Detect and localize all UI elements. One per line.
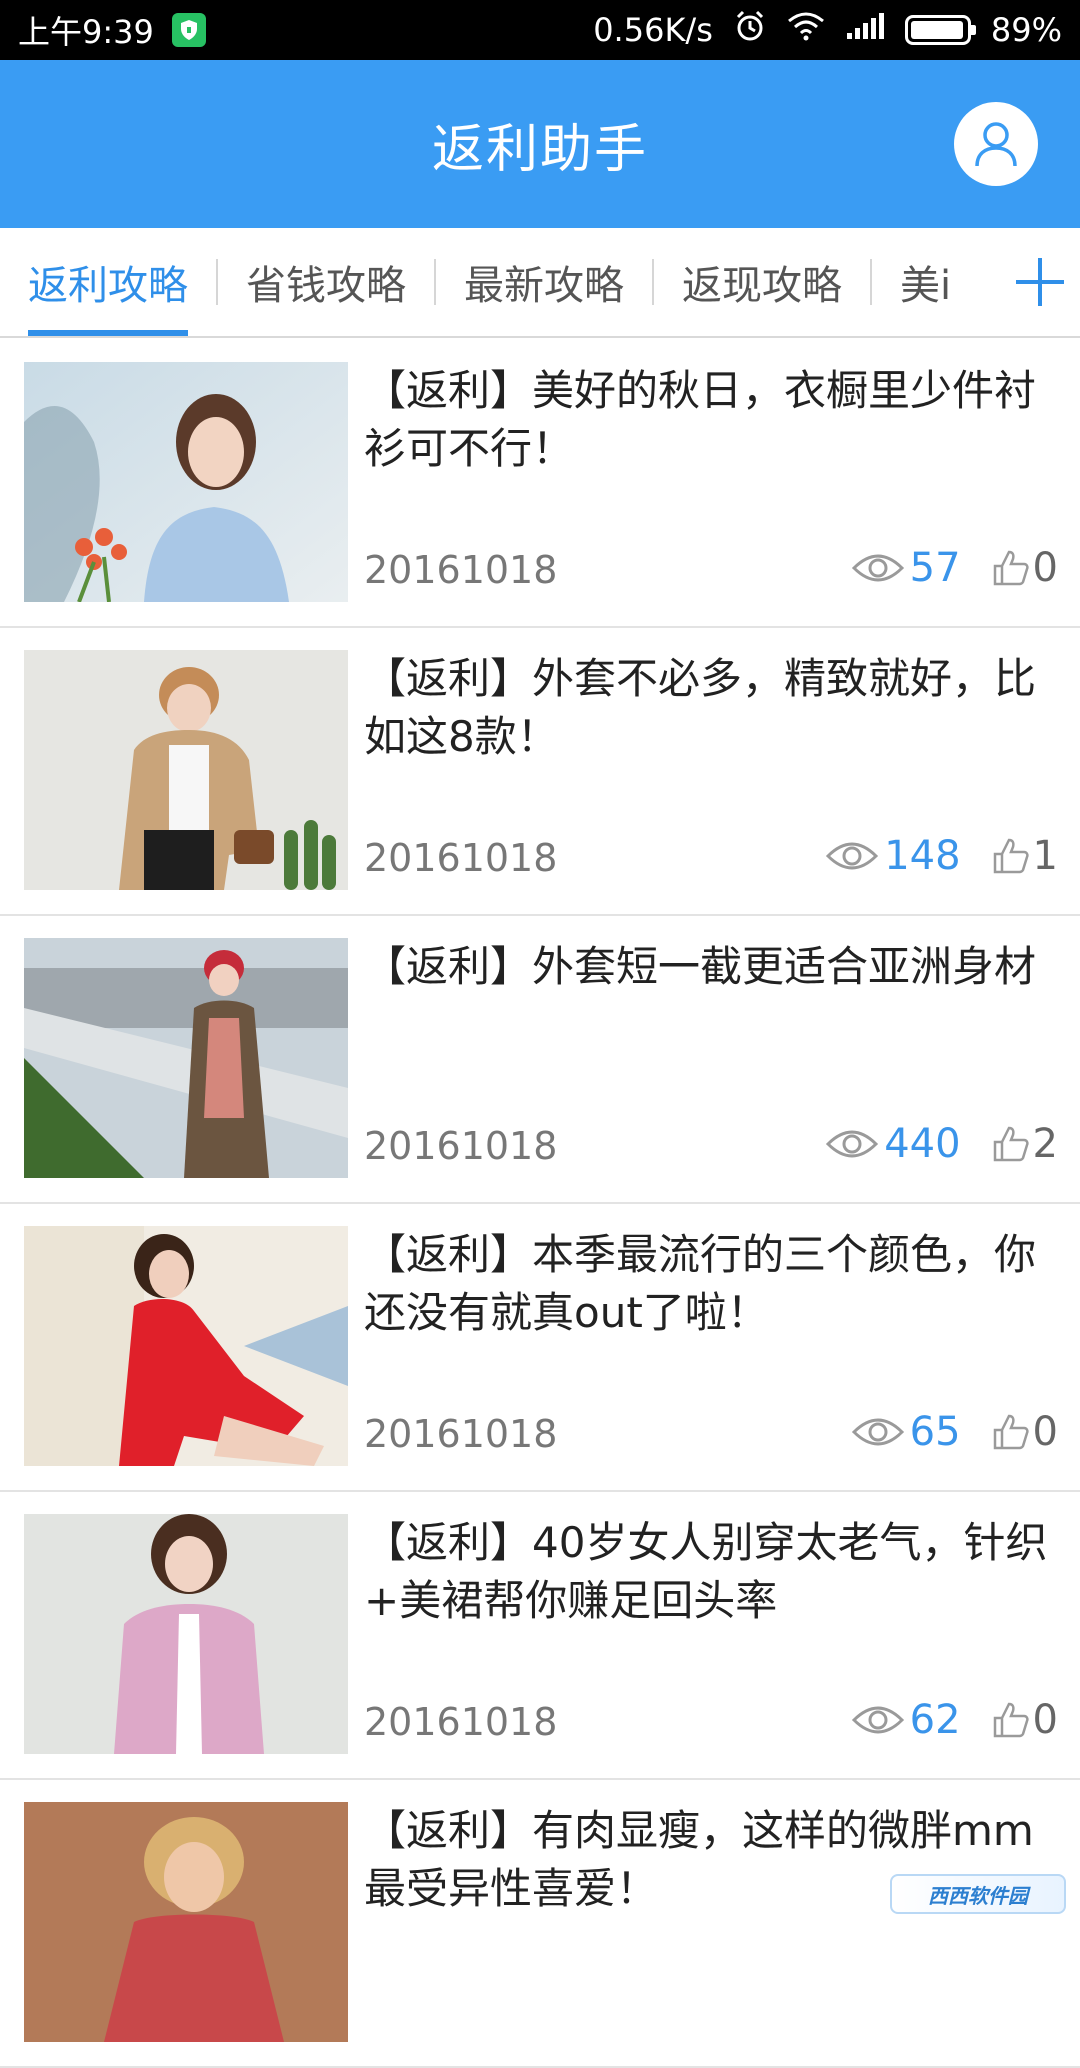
article-stats: 440 2 [826, 1116, 1058, 1172]
article-title: 【返利】外套短一截更适合亚洲身材 [364, 938, 1054, 996]
article-stats: 62 0 [852, 1692, 1058, 1748]
article-thumbnail [24, 1226, 348, 1466]
article-date: 20161018 [364, 836, 557, 880]
network-speed: 0.56K/s [593, 11, 713, 49]
article-date: 20161018 [364, 1700, 557, 1744]
eye-icon [826, 838, 878, 874]
list-item[interactable]: 【返利】美好的秋日，衣橱里少件衬衫可不行！ 20161018 57 0 [0, 340, 1080, 628]
add-tab-button[interactable] [1000, 228, 1080, 336]
view-count: 148 [884, 833, 960, 879]
thumbs-up-icon[interactable] [991, 1124, 1031, 1164]
like-count: 0 [1033, 1697, 1058, 1743]
tab-saving-guide[interactable]: 省钱攻略 [218, 228, 434, 336]
alarm-icon [733, 9, 767, 51]
article-stats: 57 0 [852, 540, 1058, 596]
shield-icon [172, 13, 206, 47]
list-item[interactable]: 【返利】外套短一截更适合亚洲身材 20161018 440 2 [0, 916, 1080, 1204]
list-item[interactable]: 【返利】40岁女人别穿太老气，针织+美裙帮你赚足回头率 20161018 62 … [0, 1492, 1080, 1780]
article-thumbnail [24, 650, 348, 890]
eye-icon [826, 1126, 878, 1162]
eye-icon [852, 550, 904, 586]
page-title: 返利助手 [0, 60, 1080, 228]
plus-icon [1012, 254, 1068, 310]
list-item[interactable]: 【返利】本季最流行的三个颜色，你还没有就真out了啦！ 20161018 65 … [0, 1204, 1080, 1492]
user-icon [970, 118, 1022, 170]
tab-rebate-guide[interactable]: 返利攻略 [0, 228, 216, 336]
article-thumbnail [24, 1514, 348, 1754]
thumbs-up-icon[interactable] [991, 548, 1031, 588]
article-date: 20161018 [364, 548, 557, 592]
signal-icon [845, 11, 885, 49]
view-count: 62 [910, 1697, 961, 1743]
view-count: 65 [910, 1409, 961, 1455]
view-count: 440 [884, 1121, 960, 1167]
battery-percent: 89% [991, 11, 1062, 49]
battery-icon [905, 15, 971, 45]
thumbs-up-icon[interactable] [991, 1700, 1031, 1740]
list-item[interactable]: 【返利】外套不必多，精致就好，比如这8款！ 20161018 148 1 [0, 628, 1080, 916]
tab-beauty[interactable]: 美i [872, 228, 979, 336]
category-tabs: 返利攻略 省钱攻略 最新攻略 返现攻略 美i [0, 228, 1080, 338]
article-title: 【返利】美好的秋日，衣橱里少件衬衫可不行！ [364, 362, 1054, 478]
tab-strip: 返利攻略 省钱攻略 最新攻略 返现攻略 美i [0, 228, 1000, 336]
eye-icon [852, 1414, 904, 1450]
article-thumbnail [24, 938, 348, 1178]
like-count: 2 [1033, 1121, 1058, 1167]
article-thumbnail [24, 1802, 348, 2042]
wifi-icon [787, 11, 825, 49]
article-date: 20161018 [364, 1412, 557, 1456]
article-stats: 65 0 [852, 1404, 1058, 1460]
article-list: 【返利】美好的秋日，衣橱里少件衬衫可不行！ 20161018 57 0 【返利】… [0, 340, 1080, 2068]
article-stats: 148 1 [826, 828, 1058, 884]
like-count: 1 [1033, 833, 1058, 879]
tab-cashback-guide[interactable]: 返现攻略 [654, 228, 870, 336]
article-title: 【返利】40岁女人别穿太老气，针织+美裙帮你赚足回头率 [364, 1514, 1054, 1630]
article-thumbnail [24, 362, 348, 602]
thumbs-up-icon[interactable] [991, 836, 1031, 876]
watermark-logo: 西西软件园 [890, 1874, 1066, 1914]
status-bar: 上午9:39 0.56K/s 89% [0, 0, 1080, 60]
article-title: 【返利】外套不必多，精致就好，比如这8款！ [364, 650, 1054, 766]
article-title: 【返利】本季最流行的三个颜色，你还没有就真out了啦！ [364, 1226, 1054, 1342]
tab-latest-guide[interactable]: 最新攻略 [436, 228, 652, 336]
thumbs-up-icon[interactable] [991, 1412, 1031, 1452]
status-time: 上午9:39 [18, 7, 154, 53]
app-header: 返利助手 [0, 60, 1080, 228]
user-profile-button[interactable] [954, 102, 1038, 186]
like-count: 0 [1033, 1409, 1058, 1455]
list-item[interactable]: 【返利】有肉显瘦，这样的微胖mm最受异性喜爱！ [0, 1780, 1080, 2068]
view-count: 57 [910, 545, 961, 591]
article-date: 20161018 [364, 1124, 557, 1168]
like-count: 0 [1033, 545, 1058, 591]
eye-icon [852, 1702, 904, 1738]
